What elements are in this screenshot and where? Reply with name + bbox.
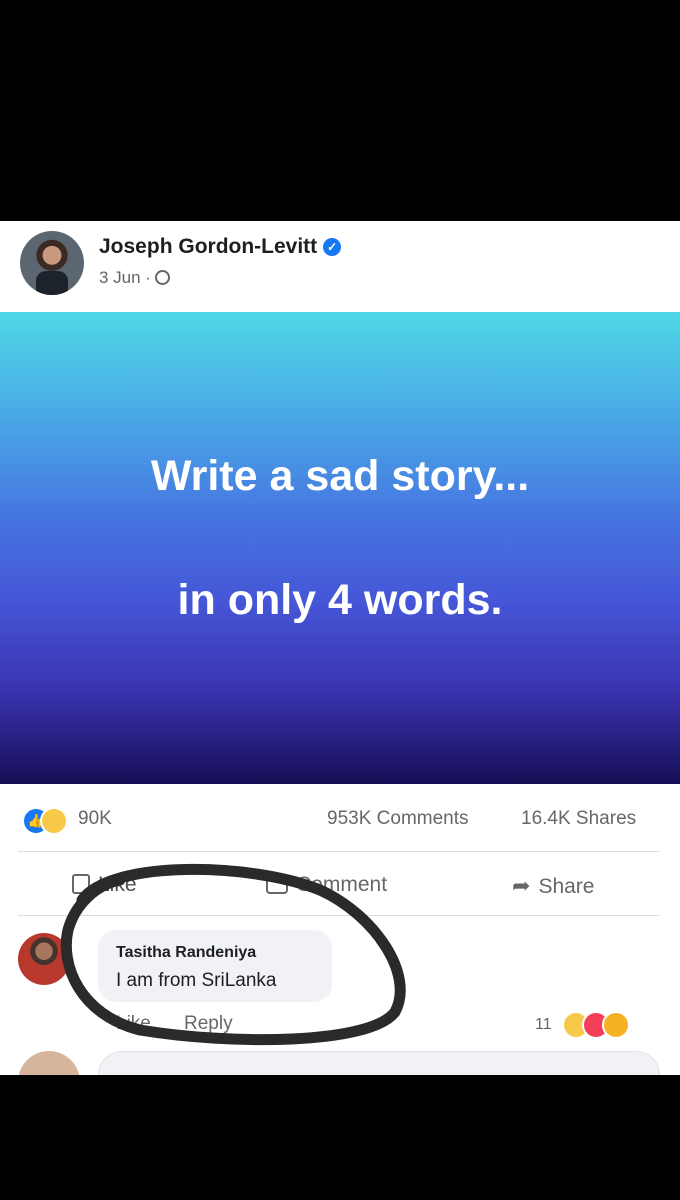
like-button[interactable]: Like — [72, 873, 137, 897]
next-comment-bubble — [98, 1051, 660, 1075]
thumbs-up-icon — [72, 874, 90, 894]
care-reaction-icon — [602, 1011, 630, 1039]
verified-icon: ✓ — [323, 238, 342, 256]
commenter-name[interactable]: Tasitha Randeniya — [116, 944, 256, 962]
reaction-count[interactable]: 90K — [78, 808, 112, 830]
sad-reaction-icon — [40, 807, 68, 835]
divider — [18, 851, 660, 852]
share-arrow-icon: ➦ — [512, 873, 531, 898]
reaction-icons[interactable]: 👍 — [22, 807, 72, 835]
comment-button[interactable]: Comment — [266, 873, 387, 897]
comment-count[interactable]: 953K Comments — [327, 808, 469, 830]
post-image-text-2: in only 4 words. — [177, 576, 503, 624]
comment-like-link[interactable]: Like — [116, 1013, 151, 1035]
comment-bubble: Tasitha Randeniya I am from SriLanka — [98, 930, 332, 1002]
post-card: Joseph Gordon-Levitt ✓ 3 Jun · Write a sa… — [0, 221, 680, 1075]
share-button-label: Share — [538, 875, 595, 898]
post-date[interactable]: 3 Jun · — [99, 268, 151, 287]
comment-button-label: Comment — [296, 873, 388, 896]
commenter-avatar[interactable] — [18, 933, 70, 985]
share-count[interactable]: 16.4K Shares — [521, 808, 636, 830]
author-name[interactable]: Joseph Gordon-Levitt — [99, 235, 317, 258]
post-image[interactable]: Write a sad story... in only 4 words. — [0, 312, 680, 784]
comment-text: I am from SriLanka — [116, 970, 277, 991]
share-button[interactable]: ➦ Share — [512, 873, 594, 899]
author-avatar[interactable] — [20, 231, 84, 295]
comment-reaction-count[interactable]: 11 — [535, 1016, 552, 1034]
next-commenter-avatar[interactable] — [18, 1051, 80, 1075]
author-name-row: Joseph Gordon-Levitt ✓ — [99, 235, 342, 259]
comment-reactions[interactable] — [562, 1011, 642, 1039]
globe-icon — [154, 270, 170, 285]
post-meta: 3 Jun · — [99, 268, 170, 288]
comment-reply-link[interactable]: Reply — [184, 1013, 233, 1035]
divider — [18, 915, 660, 916]
like-button-label: Like — [98, 873, 137, 896]
comment-icon — [266, 874, 288, 894]
post-image-text-1: Write a sad story... — [150, 452, 530, 500]
